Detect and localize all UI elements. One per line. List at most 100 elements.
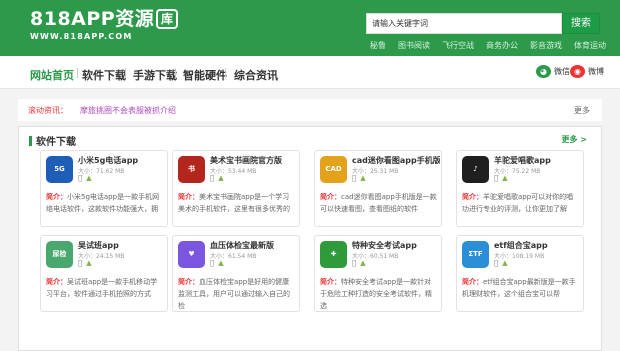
platform-icons: ▲ [210,174,224,182]
app-name[interactable]: etf组合宝app [494,240,582,251]
app-icon[interactable]: CAD [320,156,347,183]
software-card[interactable]: ✚特种安全考试app大小：60.51 MB▲简介：特种安全考试app是一款针对… [314,235,442,312]
apple-icon:  [210,259,214,267]
android-icon: ▲ [498,174,507,182]
app-name[interactable]: 血压体检宝最新版 [210,240,298,251]
logo-url: WWW.818APP.COM [30,32,133,41]
weibo-label: 微博 [588,67,604,76]
nav-divider [125,68,126,78]
description-prefix: 简介： [320,278,341,286]
hot-tags: 秘鲁 图书阅读 飞行空战 商务办公 影音游戏 体育运动 [370,40,606,51]
weixin-label: 微信 [554,67,570,76]
wechat-icon: ◕ [536,65,551,78]
nav-divider [175,68,176,78]
description-prefix: 简介： [462,193,483,201]
logo-text: 818APP资源 [30,8,155,30]
android-icon: ▲ [214,174,223,182]
apple-icon:  [78,259,82,267]
app-description: 简介：特种安全考试app是一款针对于危险工种打造的安全考试软件，精选 [320,276,438,311]
apple-icon:  [78,174,82,182]
logo-badge: 库 [156,9,179,29]
nav-home[interactable]: 网站首页 [30,67,74,83]
nav-divider [225,68,226,78]
site-header: 818APP资源 库 WWW.818APP.COM 请输入关键字词 搜索 秘鲁 … [0,0,620,56]
software-card[interactable]: 书美术宝书画院官方版大小：53.44 MB▲简介：美术宝书画院app是一个学习… [172,150,300,227]
app-description: 简介：etf组合宝app最新版是一款手机理财软件，这个组合宝可以帮 [462,276,580,311]
news-more-link[interactable]: 更多 [574,105,590,116]
hot-tag[interactable]: 秘鲁 [370,40,386,51]
software-card[interactable]: ΣTFetf组合宝app大小：108.19 MB▲简介：etf组合宝app最新… [456,235,584,312]
description-prefix: 简介： [320,193,341,201]
app-icon[interactable]: 书 [178,156,205,183]
hot-tag[interactable]: 图书阅读 [398,40,430,51]
app-name[interactable]: 羊驼爱唱歌app [494,155,582,166]
app-name[interactable]: 小米5g电话app [78,155,166,166]
android-icon: ▲ [356,259,365,267]
nav-games[interactable]: 手游下载 [133,67,177,83]
description-prefix: 简介： [178,278,199,286]
platform-icons: ▲ [78,174,92,182]
nav-software[interactable]: 软件下载 [82,67,126,83]
news-ticker: 滚动资讯： 摩旅挑圈不会表服被抓介绍 更多 [18,99,602,121]
app-icon[interactable]: 5G [46,156,73,183]
description-prefix: 简介： [462,278,483,286]
hot-tag[interactable]: 体育运动 [574,40,606,51]
panel-title-text: 软件下载 [36,137,76,148]
app-description: 简介：血压体检宝app是好用的健康监测工具，用户可以通过输入自己的检 [178,276,296,311]
software-more-link[interactable]: 更多 > [562,134,588,145]
main-nav: 网站首页 软件下载 手游下载 智能硬件 综合资讯 ◕ 微信 ◉ 微博 [0,56,620,89]
site-logo[interactable]: 818APP资源 库 WWW.818APP.COM [30,8,179,41]
platform-icons: ▲ [352,174,366,182]
app-icon[interactable]: ♥ [178,241,205,268]
software-panel: 软件下载 更多 > 5G小米5g电话app大小：71.62 MB▲简介：小米5… [18,126,602,351]
app-name[interactable]: 吴试班app [78,240,166,251]
apple-icon:  [494,259,498,267]
search-input[interactable]: 请输入关键字词 [366,13,562,34]
hot-tag[interactable]: 商务办公 [486,40,518,51]
android-icon: ▲ [82,174,91,182]
platform-icons: ▲ [494,174,508,182]
platform-icons: ▲ [210,259,224,267]
apple-icon:  [352,174,356,182]
app-name[interactable]: 特种安全考试app [352,240,440,251]
news-label: 滚动资讯： [28,106,68,115]
platform-icons: ▲ [78,259,92,267]
software-card[interactable]: 尿检吴试班app大小：24.15 MB▲简介：吴试班app是一款手机移动学习平… [40,235,168,312]
software-card[interactable]: 5G小米5g电话app大小：71.62 MB▲简介：小米5g电话app是一款手… [40,150,168,227]
title-accent-bar [29,135,32,146]
hot-tag[interactable]: 影音游戏 [530,40,562,51]
app-description: 简介：羊驼爱唱歌app可以对你的唱功进行专业的评测，让你更加了解 [462,191,580,226]
app-icon[interactable]: ♪ [462,156,489,183]
hot-tag[interactable]: 飞行空战 [442,40,474,51]
app-name[interactable]: 美术宝书画院官方版 [210,155,298,166]
platform-icons: ▲ [352,259,366,267]
search-button[interactable]: 搜索 [562,13,600,34]
news-headline[interactable]: 摩旅挑圈不会表服被抓介绍 [80,105,176,116]
app-icon[interactable]: 尿检 [46,241,73,268]
software-card[interactable]: CADcad迷你看图app手机版大小：25.31 MB▲简介：cad迷你看图a… [314,150,442,227]
app-name[interactable]: cad迷你看图app手机版 [352,155,440,166]
software-card[interactable]: ♪羊驼爱唱歌app大小：75.22 MB▲简介：羊驼爱唱歌app可以对你的唱功… [456,150,584,227]
apple-icon:  [494,174,498,182]
nav-news[interactable]: 综合资讯 [234,67,278,83]
nav-hardware[interactable]: 智能硬件 [183,67,227,83]
apple-icon:  [352,259,356,267]
android-icon: ▲ [498,259,507,267]
panel-title: 软件下载 [29,133,76,148]
description-prefix: 简介： [178,193,199,201]
weibo-icon: ◉ [570,65,585,78]
platform-icons: ▲ [494,259,508,267]
app-icon[interactable]: ✚ [320,241,347,268]
description-prefix: 简介： [46,278,67,286]
android-icon: ▲ [214,259,223,267]
software-card[interactable]: ♥血压体检宝最新版大小：61.54 MB▲简介：血压体检宝app是好用的健康监… [172,235,300,312]
description-prefix: 简介： [46,193,67,201]
apple-icon:  [210,174,214,182]
app-icon[interactable]: ΣTF [462,241,489,268]
app-description: 简介：美术宝书画院app是一个学习美术的手机软件，这里有很多优秀的 [178,191,296,226]
weibo-link[interactable]: ◉ 微博 [570,65,604,78]
app-description: 简介：cad迷你看图app手机版是一款可以快速看图，查看图纸的软件 [320,191,438,226]
app-description: 简介：小米5g电话app是一款手机网络电话软件，这款软件功能强大，拥 [46,191,164,226]
app-description: 简介：吴试班app是一款手机移动学习平台，软件通过手机拍照的方式 [46,276,164,311]
weixin-link[interactable]: ◕ 微信 [536,65,570,78]
